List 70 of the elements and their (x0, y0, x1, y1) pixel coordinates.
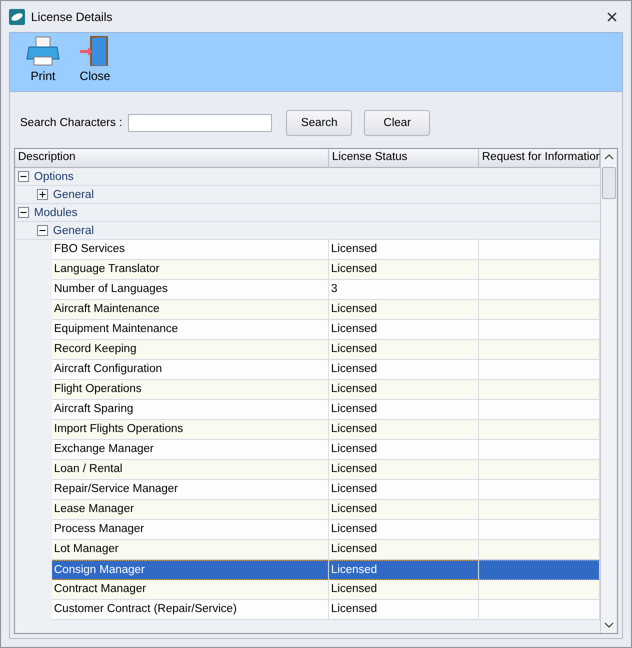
table-cell: Equipment Maintenance (52, 320, 329, 340)
table-cell: Language Translator (52, 260, 329, 280)
table-cell: Licensed (329, 460, 479, 480)
table-cell: 3 (329, 280, 479, 300)
table-cell: Licensed (329, 600, 479, 620)
table-cell: Licensed (329, 360, 479, 380)
table-cell: Consign Manager (52, 560, 329, 580)
table-cell: Licensed (329, 420, 479, 440)
table-cell: Flight Operations (52, 380, 329, 400)
table-row[interactable]: Contract Manager Licensed (15, 580, 600, 600)
table-cell: Licensed (329, 320, 479, 340)
table-row[interactable]: Aircraft Configuration Licensed (15, 360, 600, 380)
table-row[interactable]: Number of Languages 3 (15, 280, 600, 300)
table-cell: Contract Manager (52, 580, 329, 600)
table-cell: Aircraft Configuration (52, 360, 329, 380)
table-row[interactable]: Lot Manager Licensed (15, 540, 600, 560)
table-cell: Lot Manager (52, 540, 329, 560)
table-cell: Customer Contract (Repair/Service) (52, 600, 329, 620)
table-row[interactable]: Customer Contract (Repair/Service) Licensed (15, 600, 600, 620)
table-cell: Import Flights Operations (52, 420, 329, 440)
table-row[interactable]: Process Manager Licensed (15, 520, 600, 540)
toolbar-button[interactable]: Print (22, 35, 64, 91)
table-row[interactable]: Flight Operations Licensed (15, 380, 600, 400)
table-cell: Licensed (329, 240, 479, 260)
table-row[interactable]: Equipment Maintenance Licensed (15, 320, 600, 340)
table-cell: Licensed (329, 340, 479, 360)
table-cell: Licensed (329, 500, 479, 520)
table-cell: Exchange Manager (52, 440, 329, 460)
table-cell: Aircraft Sparing (52, 400, 329, 420)
group-label[interactable]: Options (34, 170, 74, 182)
table-cell: FBO Services (52, 240, 329, 260)
table-row[interactable]: Language Translator Licensed (15, 260, 600, 280)
table-row[interactable]: Loan / Rental Licensed (15, 460, 600, 480)
column-header[interactable]: Request for Information (479, 149, 600, 168)
table-cell: Aircraft Maintenance (52, 300, 329, 320)
table-row[interactable]: Aircraft Maintenance Licensed (15, 300, 600, 320)
table-cell: Licensed (329, 440, 479, 460)
table-cell: Lease Manager (52, 500, 329, 520)
table-cell: Licensed (329, 480, 479, 500)
table-row[interactable]: Record Keeping Licensed (15, 340, 600, 360)
table-cell: Licensed (329, 380, 479, 400)
table-cell: Licensed (329, 540, 479, 560)
column-header[interactable]: License Status (329, 149, 479, 168)
group-label[interactable]: General (53, 188, 94, 200)
table-cell: Licensed (329, 560, 479, 580)
table-cell: Licensed (329, 580, 479, 600)
table-row[interactable]: Aircraft Sparing Licensed (15, 400, 600, 420)
window-title: License Details (31, 10, 114, 24)
table-row[interactable]: Repair/Service Manager Licensed (15, 480, 600, 500)
table-cell: Number of Languages (52, 280, 329, 300)
table-row[interactable]: Consign Manager Licensed (15, 560, 600, 580)
action-button[interactable]: Search (286, 110, 352, 136)
search-label: Search Characters : (20, 117, 122, 129)
column-header[interactable]: Description (15, 149, 329, 168)
group-label[interactable]: General (53, 224, 94, 236)
table-cell: Licensed (329, 260, 479, 280)
table-cell: Licensed (329, 300, 479, 320)
table-row[interactable]: Exchange Manager Licensed (15, 440, 600, 460)
table-row[interactable]: FBO Services Licensed (15, 240, 600, 260)
table-cell: Loan / Rental (52, 460, 329, 480)
table-cell: Licensed (329, 520, 479, 540)
table-cell: Record Keeping (52, 340, 329, 360)
table-cell: Licensed (329, 400, 479, 420)
table-cell: Repair/Service Manager (52, 480, 329, 500)
table-row[interactable]: Import Flights Operations Licensed (15, 420, 600, 440)
toolbar-button[interactable]: Close (74, 35, 116, 91)
action-button[interactable]: Clear (364, 110, 430, 136)
table-cell: Process Manager (52, 520, 329, 540)
group-label[interactable]: Modules (34, 206, 78, 218)
table-row[interactable]: Lease Manager Licensed (15, 500, 600, 520)
